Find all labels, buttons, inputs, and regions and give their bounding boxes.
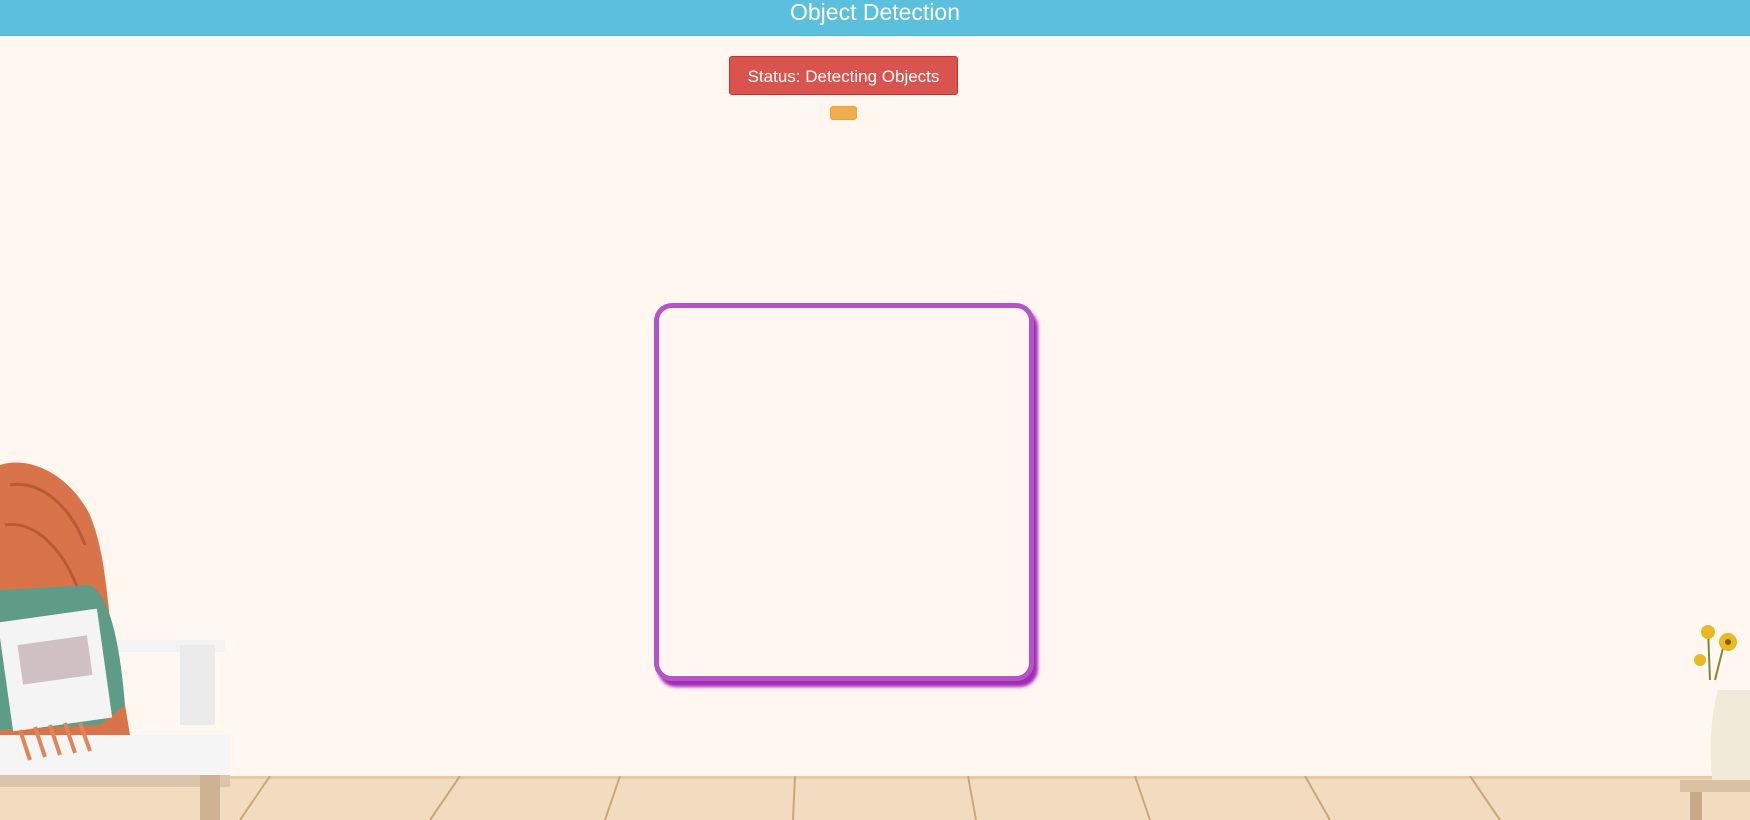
object-detection-page: Object Detection Status: Detecting Objec… xyxy=(0,0,1750,820)
status-label: Status: Detecting Objects xyxy=(747,67,940,86)
detection-indicator-badge xyxy=(830,106,857,120)
video-preview-frame xyxy=(654,303,1034,681)
status-badge: Status: Detecting Objects xyxy=(729,56,958,95)
page-title: Object Detection xyxy=(789,0,961,25)
vase-decoration xyxy=(1680,625,1750,820)
bench-decoration xyxy=(0,462,230,820)
floor-background xyxy=(0,776,1750,820)
app-header: Object Detection xyxy=(0,0,1750,36)
